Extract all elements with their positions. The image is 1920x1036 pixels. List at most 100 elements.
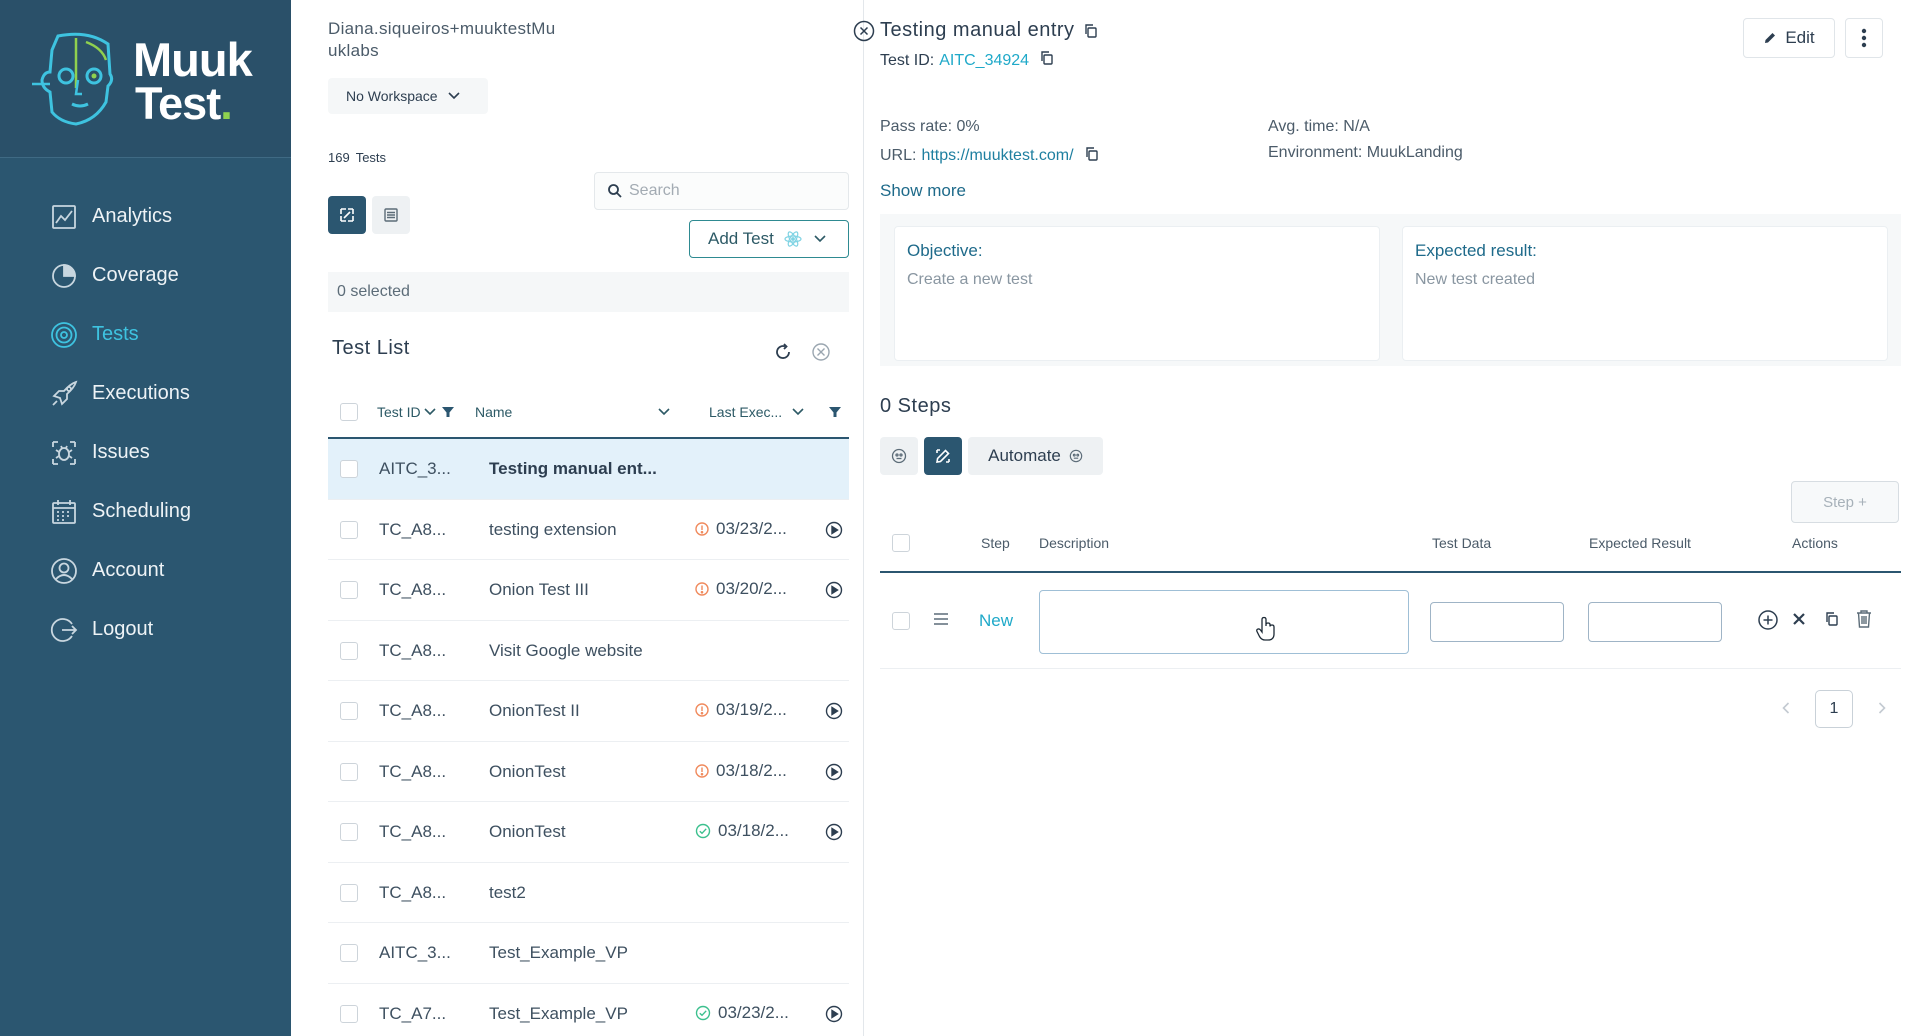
row-checkbox[interactable]: [340, 823, 358, 841]
copy-icon[interactable]: [1084, 146, 1100, 162]
list-view-button[interactable]: [372, 196, 410, 234]
step-test-data-input[interactable]: [1430, 602, 1564, 642]
sidebar-item-tests[interactable]: Tests: [0, 305, 291, 364]
header-last-exec[interactable]: Last Exec...: [709, 404, 804, 420]
row-checkbox[interactable]: [340, 581, 358, 599]
sidebar-item-scheduling[interactable]: Scheduling: [0, 482, 291, 541]
row-checkbox[interactable]: [340, 883, 358, 902]
sidebar-item-label: Issues: [92, 441, 150, 463]
header-test-id[interactable]: Test ID: [377, 404, 436, 420]
refresh-icon[interactable]: [773, 342, 793, 362]
sidebar-item-executions[interactable]: Executions: [0, 364, 291, 423]
play-icon[interactable]: [825, 581, 843, 599]
sidebar-item-logout[interactable]: Logout: [0, 600, 291, 659]
add-step-button[interactable]: Step +: [1791, 481, 1899, 523]
chevron-down-icon[interactable]: [658, 408, 670, 416]
play-icon[interactable]: [825, 823, 843, 841]
copy-icon[interactable]: [1083, 23, 1099, 39]
next-page-button[interactable]: [1872, 690, 1892, 726]
user-email-line2: uklabs: [328, 41, 379, 60]
row-checkbox[interactable]: [340, 520, 358, 539]
table-row[interactable]: TC_A8... OnionTest 03/18/2...: [328, 742, 849, 802]
row-test-id: TC_A8...: [379, 882, 447, 902]
table-row[interactable]: TC_A7... Test_Example_VP 03/23/2...: [328, 984, 849, 1036]
search-input[interactable]: [629, 182, 829, 200]
record-steps-button[interactable]: [880, 437, 918, 475]
table-row[interactable]: TC_A8... Onion Test III 03/20/2...: [328, 560, 849, 621]
row-checkbox[interactable]: [340, 702, 358, 720]
step-description-input[interactable]: [1039, 590, 1409, 654]
warning-status-icon: [695, 521, 709, 536]
automate-button[interactable]: Automate: [968, 437, 1103, 475]
step-checkbox[interactable]: [892, 612, 910, 630]
header-name[interactable]: Name: [475, 404, 512, 420]
user-icon: [49, 556, 79, 586]
header-test-id-label: Test ID: [377, 404, 421, 420]
show-more-link[interactable]: Show more: [880, 181, 966, 201]
logout-icon: [49, 615, 79, 645]
sidebar-item-account[interactable]: Account: [0, 541, 291, 600]
row-last-execution: 03/23/2...: [695, 519, 787, 539]
delete-step-action[interactable]: [1855, 609, 1873, 629]
logo[interactable]: Muuk Test.: [0, 0, 291, 158]
row-checkbox[interactable]: [340, 944, 358, 962]
play-icon[interactable]: [825, 702, 843, 720]
play-icon[interactable]: [825, 521, 843, 539]
avg-time: Avg. time: N/A: [1268, 118, 1370, 136]
sidebar-item-analytics[interactable]: Analytics: [0, 187, 291, 246]
test-id-value[interactable]: AITC_34924: [939, 52, 1029, 70]
close-detail-icon[interactable]: [853, 20, 875, 42]
clear-filters-icon[interactable]: [811, 342, 831, 362]
row-checkbox[interactable]: [340, 641, 358, 660]
expected-result-value: New test created: [1415, 271, 1536, 288]
manual-edit-button[interactable]: [924, 437, 962, 475]
warning-status-icon: [695, 582, 709, 596]
board-view-button[interactable]: [328, 196, 366, 234]
table-row[interactable]: TC_A8... OnionTest 03/18/2...: [328, 802, 849, 863]
test-id-label: Test ID:: [880, 52, 935, 69]
automate-label: Automate: [988, 446, 1061, 465]
row-checkbox[interactable]: [340, 460, 358, 478]
add-step-action[interactable]: [1757, 609, 1779, 631]
table-row[interactable]: TC_A8... test2: [328, 863, 849, 923]
sidebar-item-coverage[interactable]: Coverage: [0, 246, 291, 305]
objective-section: Objective: Create a new test Expected re…: [880, 214, 1901, 366]
row-test-name: Visit Google website: [489, 640, 643, 660]
table-row[interactable]: AITC_3... Testing manual ent...: [328, 439, 849, 500]
steps-title: 0 Steps: [880, 395, 952, 417]
search-box[interactable]: [594, 172, 849, 210]
copy-icon[interactable]: [1039, 50, 1055, 66]
filter-icon[interactable]: [441, 405, 455, 419]
table-row[interactable]: TC_A8... Visit Google website: [328, 621, 849, 681]
row-last-execution: 03/23/2...: [695, 1003, 789, 1023]
page-number-button[interactable]: 1: [1815, 690, 1853, 728]
table-row[interactable]: TC_A8... OnionTest II 03/19/2...: [328, 681, 849, 742]
workspace-label: No Workspace: [346, 88, 438, 104]
play-icon[interactable]: [825, 1005, 843, 1023]
previous-page-button[interactable]: [1776, 690, 1796, 726]
row-checkbox[interactable]: [340, 1004, 358, 1023]
select-all-steps-checkbox[interactable]: [892, 534, 910, 552]
board-view-icon: [340, 208, 354, 222]
chevron-down-icon: [814, 235, 826, 243]
more-options-button[interactable]: [1845, 18, 1883, 58]
url-link[interactable]: https://muuktest.com/: [921, 147, 1073, 165]
duplicate-step-action[interactable]: [1824, 611, 1840, 627]
play-icon[interactable]: [825, 763, 843, 781]
step-expected-result-input[interactable]: [1588, 602, 1722, 642]
workspace-dropdown[interactable]: No Workspace: [328, 78, 488, 114]
table-row[interactable]: AITC_3... Test_Example_VP: [328, 923, 849, 984]
add-test-button[interactable]: Add Test: [689, 220, 849, 258]
cancel-step-action[interactable]: [1792, 612, 1806, 626]
success-status-icon: [695, 823, 711, 839]
table-row[interactable]: TC_A8... testing extension 03/23/2...: [328, 500, 849, 560]
filter-icon[interactable]: [828, 405, 842, 419]
drag-handle-icon[interactable]: [932, 611, 950, 627]
edit-button[interactable]: Edit: [1743, 18, 1835, 58]
sidebar-item-issues[interactable]: Issues: [0, 423, 291, 482]
expected-result-card: Expected result: New test created: [1402, 226, 1888, 361]
atom-icon: [784, 231, 802, 247]
row-checkbox[interactable]: [340, 762, 358, 781]
sidebar-item-label: Scheduling: [92, 500, 191, 522]
select-all-checkbox[interactable]: [340, 403, 358, 421]
